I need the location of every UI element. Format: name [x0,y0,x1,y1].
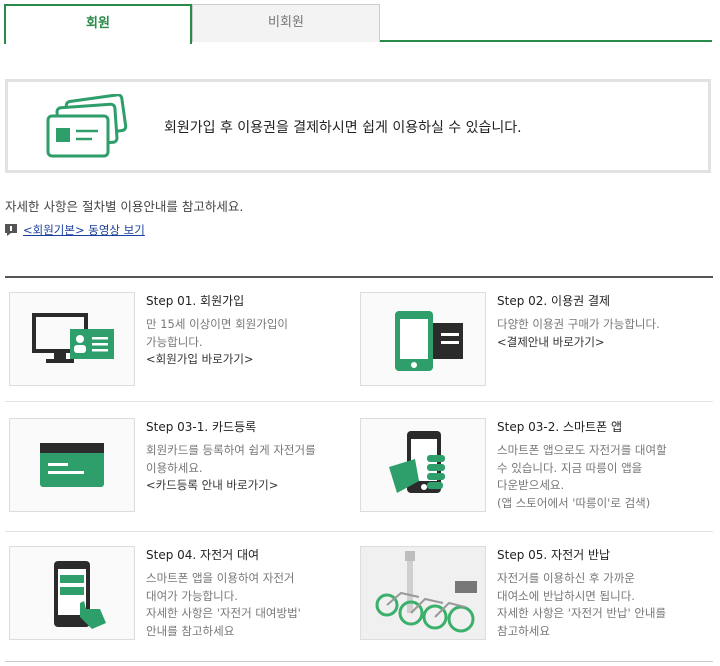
step-card: Step 03-1. 카드등록 회원카드를 등록하여 쉽게 자전거를 이용하세요… [9,418,359,514]
phone-card-icon [395,311,463,371]
step-link[interactable]: <카드등록 안내 바로가기> [146,477,346,495]
row-divider [5,531,713,532]
intro-box: 회원가입 후 이용권을 결제하시면 쉽게 이용하실 수 있습니다. [5,79,711,173]
step-card: Step 05. 자전거 반납 자전거를 이용하신 후 가까운 대여소에 반납하… [360,546,710,642]
step-thumbnail [360,292,486,386]
intro-text: 회원가입 후 이용권을 결제하시면 쉽게 이용하실 수 있습니다. [164,120,522,136]
video-link[interactable]: <회원기본> 동영상 보기 [23,223,145,237]
video-link-row: <회원기본> 동영상 보기 [5,222,145,238]
step-description: 자전거를 이용하신 후 가까운 대여소에 반납하시면 됩니다. 자세한 사항은 … [497,571,667,638]
computer-id-card-icon [32,313,114,363]
step-thumbnail [9,418,135,512]
tab-member[interactable]: 회원 [4,4,192,44]
step-title: Step 03-1. 카드등록 [146,420,257,434]
step-card: Step 03-2. 스마트폰 앱 스마트폰 앱으로도 자전거를 대여할 수 있… [360,418,710,514]
step-thumbnail [360,418,486,512]
step-card: Step 01. 회원가입 만 15세 이상이면 회원가입이 가능합니다. <회… [9,292,359,388]
step-link[interactable]: <회원가입 바로가기> [146,351,346,369]
step-thumbnail [360,546,486,640]
step-title: Step 02. 이용권 결제 [497,294,611,308]
member-card-icon [40,443,104,487]
tab-non-member[interactable]: 비회원 [192,4,380,42]
bottom-divider [5,661,713,662]
step-title: Step 05. 자전거 반납 [497,548,611,562]
step-card: Step 04. 자전거 대여 스마트폰 앱을 이용하여 자전거 대여가 가능합… [9,546,359,642]
detail-text: 자세한 사항은 절차별 이용안내를 참고하세요. [5,199,244,214]
step-description: 스마트폰 앱으로도 자전거를 대여할 수 있습니다. 지금 따릉이 앱을 다운받… [497,443,667,510]
hand-phone-icon [389,431,445,493]
step-thumbnail [9,546,135,640]
step-description: 다양한 이용권 구매가 가능합니다. <결제안내 바로가기> [497,316,697,351]
step-card: Step 02. 이용권 결제 다양한 이용권 구매가 가능합니다. <결제안내… [360,292,710,388]
step-title: Step 03-2. 스마트폰 앱 [497,420,623,434]
step-thumbnail [9,292,135,386]
bicycles-photo [361,547,485,639]
step-description: 만 15세 이상이면 회원가입이 가능합니다. <회원가입 바로가기> [146,316,346,369]
step-title: Step 01. 회원가입 [146,294,245,308]
cards-icon [46,94,128,158]
step-description: 회원카드를 등록하여 쉽게 자전거를 이용하세요. <카드등록 안내 바로가기> [146,442,346,495]
phone-tap-icon [54,561,106,629]
speech-bubble-icon [5,224,17,236]
row-divider [5,401,713,402]
section-divider [5,276,713,278]
tab-bar: 회원 비회원 [4,4,712,44]
step-link[interactable]: <결제안내 바로가기> [497,334,697,352]
step-description: 스마트폰 앱을 이용하여 자전거 대여가 가능합니다. 자세한 사항은 '자전거… [146,571,301,638]
step-title: Step 04. 자전거 대여 [146,548,260,562]
